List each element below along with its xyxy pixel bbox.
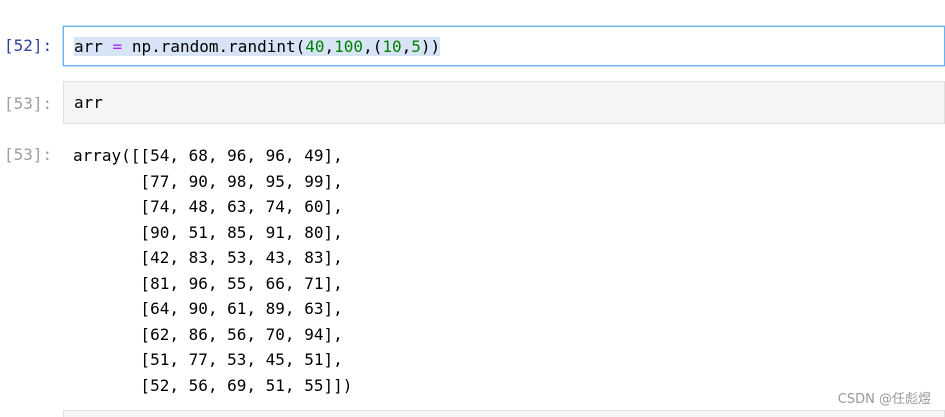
code-token: , xyxy=(324,36,335,56)
cell-2-code-editor[interactable]: arr xyxy=(63,81,945,124)
output-area: array([[54, 68, 96, 96, 49], [77, 90, 98… xyxy=(73,143,352,398)
code-token: random xyxy=(160,36,219,56)
output-line: [52, 56, 69, 51, 55]]) xyxy=(73,375,353,395)
cell-1-prompt: [52]: xyxy=(4,36,53,55)
code-token: )) xyxy=(420,36,441,56)
cell-3-code-editor[interactable] xyxy=(63,410,945,417)
cell-2-code[interactable]: arr xyxy=(74,93,103,112)
output-line: [74, 48, 63, 74, 60], xyxy=(73,197,343,216)
output-line: [81, 96, 55, 66, 71], xyxy=(73,273,343,293)
output-line: [62, 86, 56, 70, 94], xyxy=(73,324,343,344)
cell-1-code-editor[interactable]: arr = np.random.randint(40,100,(10,5)) xyxy=(63,26,945,66)
code-token: 10 xyxy=(382,36,402,56)
code-token: 5 xyxy=(411,36,421,56)
code-token: . xyxy=(151,36,161,56)
code-token: np xyxy=(122,36,152,56)
code-token: 100 xyxy=(334,36,364,56)
cell-1-code[interactable]: arr = np.random.randint(40,100,(10,5)) xyxy=(74,36,441,56)
watermark: CSDN @任彪煜 xyxy=(837,392,931,407)
output-line: [90, 51, 85, 91, 80], xyxy=(73,222,343,242)
cell-2-prompt: [53]: xyxy=(4,94,53,113)
output-prompt: [53]: xyxy=(4,145,53,164)
output-line: [64, 90, 61, 89, 63], xyxy=(73,299,343,318)
output-line: [77, 90, 98, 95, 99], xyxy=(73,171,343,191)
code-token: 40 xyxy=(305,36,325,56)
code-token: , xyxy=(401,36,412,56)
code-token: randint xyxy=(228,36,296,56)
code-token: arr xyxy=(74,36,103,56)
code-token: . xyxy=(218,36,229,56)
notebook: [52]: arr = np.random.randint(40,100,(10… xyxy=(0,0,945,417)
code-token: ,( xyxy=(363,36,383,56)
code-token: = xyxy=(112,36,123,56)
code-token: ( xyxy=(295,36,306,56)
output-line: array([[54, 68, 96, 96, 49], xyxy=(73,146,343,165)
output-line: [42, 83, 53, 43, 83], xyxy=(73,248,343,267)
output-line: [51, 77, 53, 45, 51], xyxy=(73,350,343,369)
